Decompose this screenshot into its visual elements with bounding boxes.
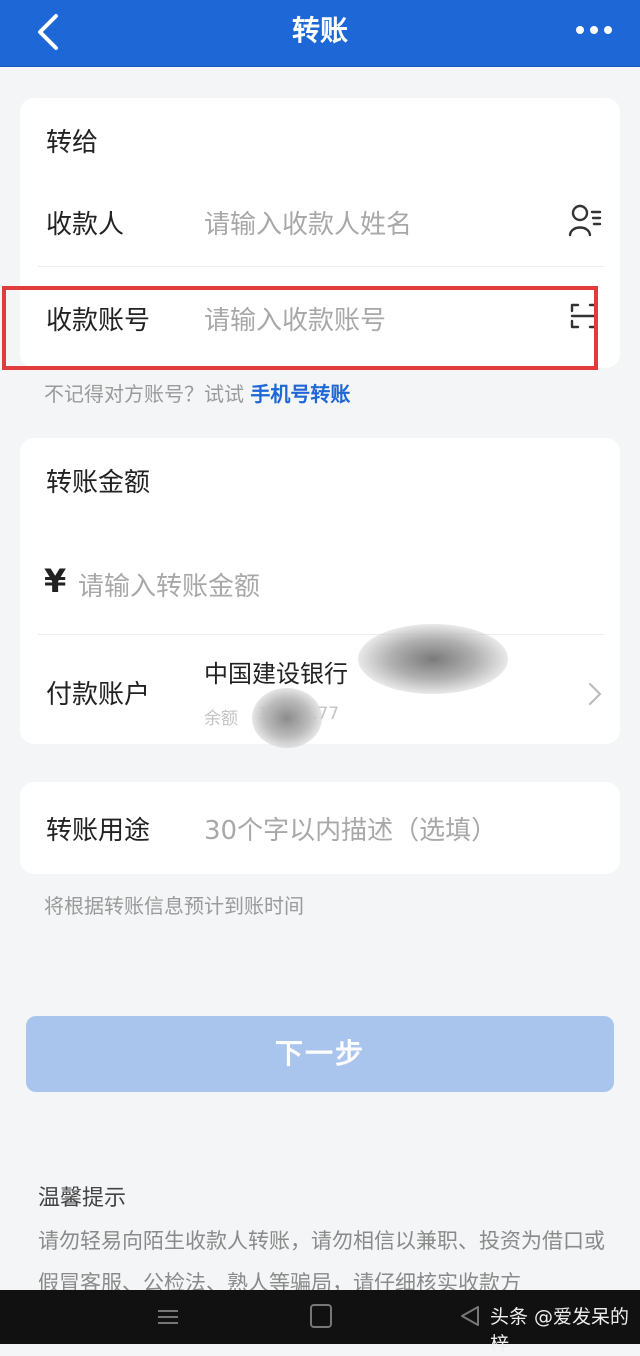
divider <box>38 634 604 635</box>
arrival-time-note: 将根据转账信息预计到账时间 <box>44 894 304 918</box>
phone-transfer-link[interactable]: 手机号转账 <box>250 382 350 406</box>
bank-name: 中国建设银行 <box>204 660 348 688</box>
next-step-button[interactable]: 下一步 <box>26 1016 614 1092</box>
section-title-recipient: 转给 <box>46 128 99 158</box>
highlight-box <box>2 286 598 370</box>
amount-input[interactable]: 请输入转账金额 <box>78 566 498 603</box>
redaction-scribble <box>358 624 508 694</box>
chevron-right-icon <box>588 682 602 706</box>
payer-account-label: 付款账户 <box>46 680 151 710</box>
phone-transfer-hint: 不记得对方账号？试试 手机号转账 <box>44 378 350 407</box>
redaction-scribble <box>252 688 322 748</box>
page-title: 转账 <box>291 14 348 47</box>
payee-name-input[interactable]: 请输入收款人姓名 <box>204 204 544 241</box>
balance-label: 余额 <box>204 709 238 729</box>
section-title-amount: 转账金额 <box>46 468 151 498</box>
watermark: 头条 @爱发呆的梓 <box>490 1306 630 1355</box>
back-triangle-icon[interactable] <box>458 1304 482 1328</box>
contacts-icon[interactable] <box>568 202 602 238</box>
hint-text: 不记得对方账号？试试 <box>44 382 251 406</box>
payee-name-label: 收款人 <box>46 210 125 240</box>
more-dots-icon[interactable] <box>570 12 618 48</box>
purpose-input[interactable]: 30个字以内描述（选填） <box>204 810 604 847</box>
menu-icon[interactable] <box>156 1308 180 1326</box>
home-icon[interactable] <box>310 1304 332 1328</box>
purpose-label: 转账用途 <box>46 816 151 846</box>
purpose-card: 转账用途 30个字以内描述（选填） <box>20 782 620 874</box>
system-nav-bar: 头条 @爱发呆的梓 <box>0 1290 640 1355</box>
amount-card: 转账金额 ¥ 请输入转账金额 付款账户 中国建设银行 余额 10351.77 <box>20 438 620 748</box>
currency-symbol: ¥ <box>44 562 67 600</box>
tips-title: 温馨提示 <box>38 1186 127 1211</box>
top-bar: 转账 <box>0 0 640 67</box>
divider <box>38 266 604 267</box>
